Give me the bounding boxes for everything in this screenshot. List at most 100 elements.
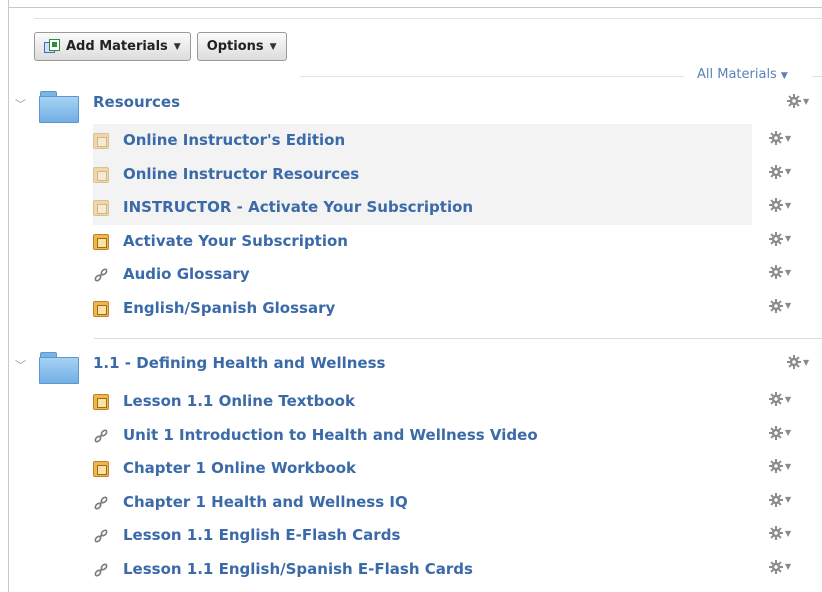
options-button[interactable]: Options ▼ (196, 32, 287, 61)
caret-down-icon: ▼ (785, 394, 792, 404)
filter-label: All Materials (697, 67, 777, 82)
caret-down-icon: ▼ (803, 357, 810, 367)
link-icon (93, 528, 109, 544)
item-gear-menu[interactable]: ▼ (768, 231, 791, 247)
list-item[interactable]: Audio Glossary ▼ (0, 258, 822, 292)
book-icon (93, 233, 109, 250)
panel-frame (8, 0, 822, 8)
gear-icon (787, 94, 801, 108)
gear-icon (769, 231, 783, 246)
folder-icon (39, 352, 79, 384)
section-gear-menu[interactable]: ▼ (786, 93, 809, 109)
gear-icon (769, 459, 783, 474)
item-label[interactable]: INSTRUCTOR - Activate Your Subscription (123, 198, 473, 216)
gear-icon (769, 265, 783, 280)
gear-icon (769, 198, 783, 213)
list-item[interactable]: Unit 1 Introduction to Health and Wellne… (0, 419, 822, 453)
item-label[interactable]: Online Instructor's Edition (123, 131, 345, 149)
caret-down-icon: ▼ (269, 41, 277, 52)
chevron-down-icon[interactable]: ﹀ (15, 96, 26, 112)
section-items: Lesson 1.1 Online Textbook ▼ Unit 1 Introd… (0, 385, 822, 587)
item-gear-menu[interactable]: ▼ (768, 164, 791, 180)
caret-down-icon: ▼ (785, 167, 792, 177)
item-label[interactable]: Chapter 1 Health and Wellness IQ (123, 493, 408, 511)
item-label[interactable]: Lesson 1.1 English E-Flash Cards (123, 526, 400, 544)
gear-icon (769, 164, 783, 179)
item-gear-menu[interactable]: ▼ (768, 197, 791, 213)
item-gear-menu[interactable]: ▼ (768, 264, 791, 280)
options-label: Options (206, 39, 264, 54)
item-gear-menu[interactable]: ▼ (768, 425, 791, 441)
book-icon (93, 394, 109, 410)
caret-down-icon: ▼ (785, 234, 792, 244)
list-item[interactable]: Lesson 1.1 English/Spanish E-Flash Cards… (0, 553, 822, 587)
gear-icon (769, 526, 783, 541)
gear-icon (769, 425, 783, 440)
section-header: ﹀ Resources ▼ (0, 91, 822, 127)
section-title[interactable]: Resources (93, 93, 180, 111)
caret-down-icon: ▼ (803, 96, 810, 106)
gear-icon (769, 131, 783, 145)
gear-icon (769, 492, 783, 507)
caret-down-icon: ▼ (785, 428, 792, 438)
list-item[interactable]: Online Instructor's Edition ▼ (93, 124, 791, 158)
item-label[interactable]: Activate Your Subscription (123, 232, 348, 250)
item-label[interactable]: Audio Glossary (123, 265, 250, 283)
item-gear-menu[interactable]: ▼ (768, 130, 791, 146)
add-materials-icon (44, 38, 60, 55)
item-label[interactable]: English/Spanish Glossary (123, 299, 335, 317)
caret-down-icon: ▼ (785, 562, 792, 572)
top-divider (34, 18, 822, 19)
book-icon (93, 133, 109, 149)
list-item[interactable]: INSTRUCTOR - Activate Your Subscription ▼ (93, 191, 791, 225)
section-defining-health: ﹀ 1.1 - Defining Health and Wellness ▼ L… (0, 352, 822, 587)
section-title[interactable]: 1.1 - Defining Health and Wellness (93, 354, 385, 372)
section-items: Online Instructor's Edition ▼ Online Instr… (0, 124, 822, 326)
gear-icon (769, 559, 783, 574)
section-header: ﹀ 1.1 - Defining Health and Wellness ▼ (0, 352, 822, 388)
list-item[interactable]: Lesson 1.1 Online Textbook ▼ (0, 385, 822, 419)
caret-down-icon: ▼ (785, 301, 792, 311)
item-gear-menu[interactable]: ▼ (768, 391, 791, 407)
book-icon (93, 300, 109, 317)
list-item[interactable]: Lesson 1.1 English E-Flash Cards ▼ (0, 519, 822, 553)
gear-icon (769, 298, 783, 313)
item-gear-menu[interactable]: ▼ (768, 298, 791, 314)
section-resources: ﹀ Resources ▼ Online Instructor's Editio… (0, 91, 822, 326)
link-icon (93, 428, 109, 444)
item-gear-menu[interactable]: ▼ (768, 492, 791, 508)
item-label[interactable]: Online Instructor Resources (123, 165, 359, 183)
item-label[interactable]: Lesson 1.1 Online Textbook (123, 392, 355, 410)
toolbar: Add Materials ▼ Options ▼ (34, 32, 287, 61)
caret-down-icon: ▼ (785, 495, 792, 505)
list-item[interactable]: Activate Your Subscription ▼ (0, 225, 822, 259)
item-label[interactable]: Chapter 1 Online Workbook (123, 459, 356, 477)
item-gear-menu[interactable]: ▼ (768, 559, 791, 575)
book-icon (93, 200, 109, 217)
item-label[interactable]: Unit 1 Introduction to Health and Wellne… (123, 426, 538, 444)
section-gear-menu[interactable]: ▼ (786, 354, 809, 370)
link-icon (93, 562, 109, 578)
gear-icon (769, 392, 783, 406)
folder-icon (39, 91, 79, 123)
caret-down-icon: ▼ (173, 41, 181, 52)
add-materials-button[interactable]: Add Materials ▼ (34, 32, 191, 61)
all-materials-filter[interactable]: All Materials ▼ (697, 67, 788, 82)
section-divider (94, 338, 822, 339)
filter-divider (300, 76, 684, 77)
list-item[interactable]: English/Spanish Glossary ▼ (0, 292, 822, 326)
item-gear-menu[interactable]: ▼ (768, 525, 791, 541)
caret-down-icon: ▼ (780, 71, 788, 81)
link-icon (93, 495, 109, 511)
caret-down-icon: ▼ (785, 267, 792, 277)
list-item[interactable]: Chapter 1 Online Workbook ▼ (0, 452, 822, 486)
gear-icon (787, 355, 801, 369)
list-item[interactable]: Online Instructor Resources ▼ (93, 157, 791, 192)
caret-down-icon: ▼ (785, 133, 792, 143)
add-materials-label: Add Materials (66, 39, 168, 54)
chevron-down-icon[interactable]: ﹀ (15, 357, 26, 373)
item-gear-menu[interactable]: ▼ (768, 458, 791, 474)
item-label[interactable]: Lesson 1.1 English/Spanish E-Flash Cards (123, 560, 473, 578)
list-item[interactable]: Chapter 1 Health and Wellness IQ ▼ (0, 486, 822, 520)
caret-down-icon: ▼ (785, 528, 792, 538)
